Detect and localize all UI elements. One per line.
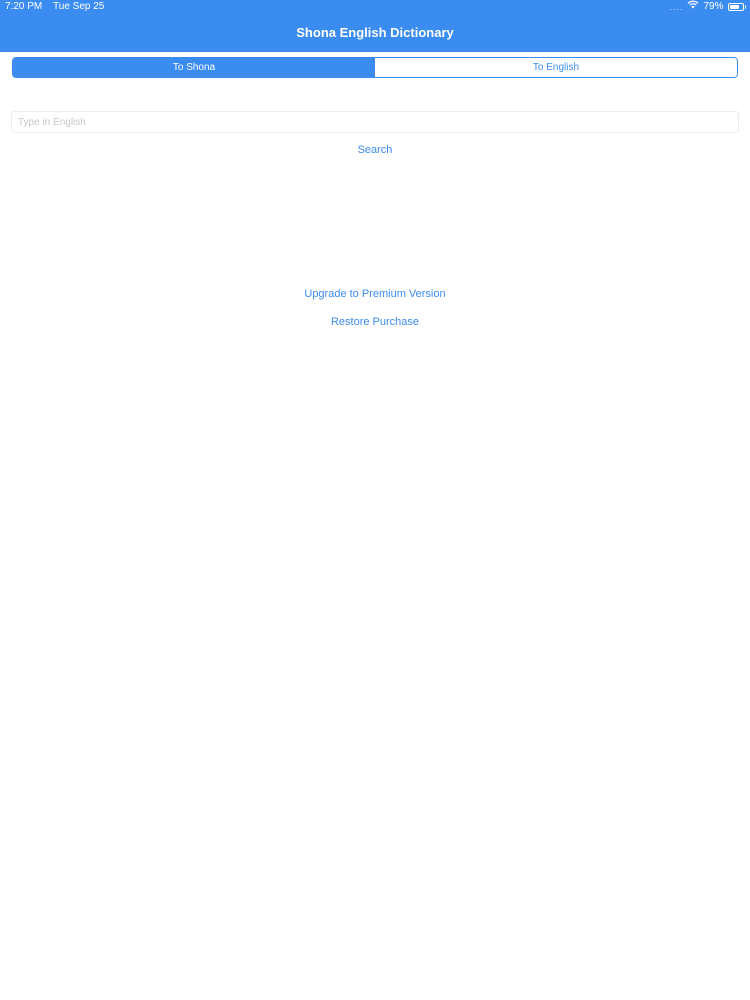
status-bar: 7:20 PM Tue Sep 25 .... 79% <box>0 0 750 14</box>
status-left: 7:20 PM Tue Sep 25 <box>5 0 104 14</box>
translation-direction-control: To Shona To English <box>12 57 738 78</box>
upgrade-premium-button[interactable]: Upgrade to Premium Version <box>304 286 445 302</box>
restore-purchase-button[interactable]: Restore Purchase <box>331 314 419 330</box>
search-input[interactable] <box>11 111 739 133</box>
status-right: .... 79% <box>669 0 746 14</box>
search-button[interactable]: Search <box>358 142 393 158</box>
battery-tip <box>744 5 746 9</box>
page-title: Shona English Dictionary <box>296 25 454 40</box>
restore-button-row: Restore Purchase <box>0 314 750 330</box>
battery-percent: 79% <box>703 1 724 12</box>
navigation-bar: 7:20 PM Tue Sep 25 .... 79% Shona Englis… <box>0 0 750 52</box>
status-date: Tue Sep 25 <box>53 1 105 12</box>
segment-to-english[interactable]: To English <box>375 58 737 77</box>
signal-dots: .... <box>669 2 684 12</box>
wifi-icon <box>687 0 700 14</box>
segment-to-shona[interactable]: To Shona <box>13 58 375 77</box>
battery-fill <box>729 5 739 9</box>
search-button-row: Search <box>0 142 750 158</box>
battery-icon <box>727 3 744 11</box>
upgrade-button-row: Upgrade to Premium Version <box>0 286 750 302</box>
status-time: 7:20 PM <box>5 1 43 12</box>
